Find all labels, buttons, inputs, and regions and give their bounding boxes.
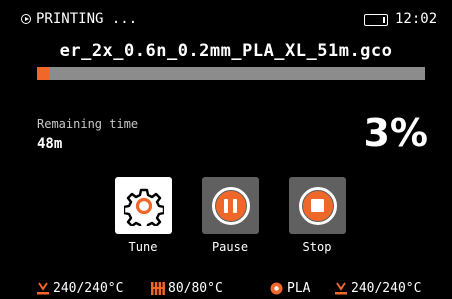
printing-status-icon	[21, 14, 31, 24]
clock: 12:02	[395, 11, 438, 27]
nozzle-temperature: 240/240°C	[53, 281, 124, 296]
bed-temperature: 80/80°C	[168, 281, 223, 296]
pause-label: Pause	[211, 240, 249, 254]
remaining-time-value: 48m	[37, 136, 63, 152]
progress-percent: 3%	[363, 111, 428, 155]
stop-button[interactable]	[289, 177, 346, 234]
nozzle-icon	[335, 282, 347, 295]
tune-button[interactable]	[115, 177, 172, 234]
nozzle-icon	[37, 282, 49, 295]
heatbed-icon	[151, 282, 165, 295]
progress-bar-fill	[37, 67, 49, 80]
print-filename: er_2x_0.6n_0.2mm_PLA_XL_51m.gco	[59, 41, 393, 61]
gear-icon	[123, 188, 164, 226]
pause-icon	[211, 186, 250, 225]
progress-bar	[37, 67, 425, 80]
filament-spool-icon	[270, 282, 283, 295]
nozzle2-temperature: 240/240°C	[351, 281, 422, 296]
remaining-time-label: Remaining time	[37, 117, 139, 131]
stop-label: Stop	[302, 240, 332, 254]
stop-icon	[298, 186, 337, 225]
storage-icon	[364, 14, 388, 26]
tune-label: Tune	[128, 240, 158, 254]
filament-type: PLA	[287, 281, 311, 296]
pause-button[interactable]	[202, 177, 259, 234]
print-status: PRINTING ...	[36, 11, 138, 27]
